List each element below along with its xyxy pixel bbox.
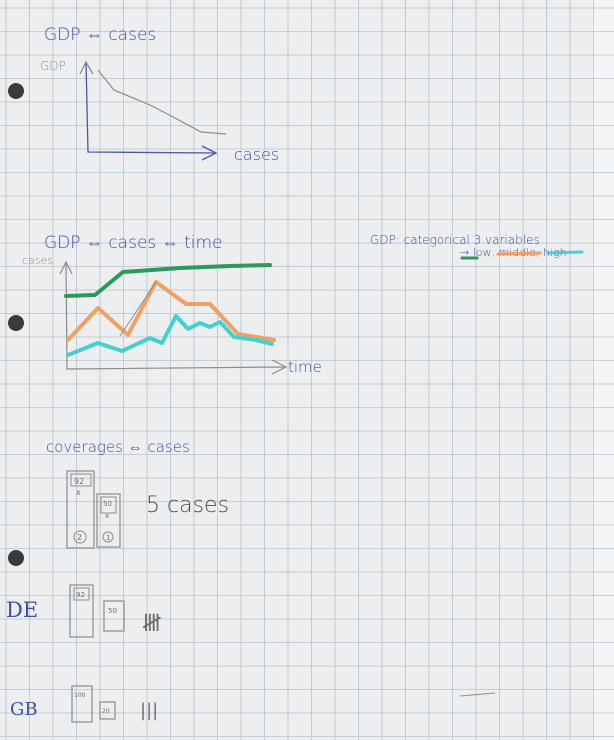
sketch1-y-label: GDP xyxy=(40,59,66,73)
coverage-bar-1-value: 92 xyxy=(74,477,84,486)
page-edge xyxy=(592,0,614,740)
binder-hole xyxy=(8,83,24,99)
coverage-bar-1-circle-number: 2 xyxy=(77,533,82,542)
de-bar-2-value: 50 xyxy=(108,607,117,615)
gb-tally: ||| xyxy=(140,700,158,721)
binder-hole xyxy=(8,315,24,331)
sketch1-title: GDP ⇔ cases xyxy=(44,25,156,45)
coverage-bar-1-mark: x xyxy=(76,488,81,497)
notebook-page: GDP ⇔ cases GDP cases GDP ⇔ cases ⇔ time… xyxy=(0,0,614,740)
sketch3-title: coverages ⇔ cases xyxy=(46,438,190,456)
sketch1-x-label: cases xyxy=(234,145,279,164)
legend-swatch-high xyxy=(546,250,584,255)
page-drawing: GDP ⇔ cases GDP cases GDP ⇔ cases ⇔ time… xyxy=(0,0,614,740)
coverage-bar-2-value: 50 xyxy=(103,500,112,508)
gb-bar-1-value: 100 xyxy=(74,692,86,699)
de-bar-1-value: 92 xyxy=(76,591,85,599)
legend-swatch-middle xyxy=(496,251,542,256)
binder-hole xyxy=(8,550,24,566)
gb-bar-2-value: 20 xyxy=(102,708,110,715)
sketch2-x-label: time xyxy=(288,358,322,376)
coverage-bar-2-circle-number: 1 xyxy=(106,534,110,542)
sketch3-cases-label: 5 cases xyxy=(146,493,229,518)
sketch2-title: GDP ⇔ cases ⇔ time xyxy=(44,233,222,253)
country-label-de: DE xyxy=(6,598,38,622)
de-tally: 𝍸 xyxy=(142,609,162,637)
note-line1: GDP: categorical 3 variables xyxy=(370,233,540,247)
sketch2-y-label: cases xyxy=(22,254,53,267)
coverage-bar-2-mark: x xyxy=(105,512,109,520)
country-label-gb: GB xyxy=(10,699,38,720)
